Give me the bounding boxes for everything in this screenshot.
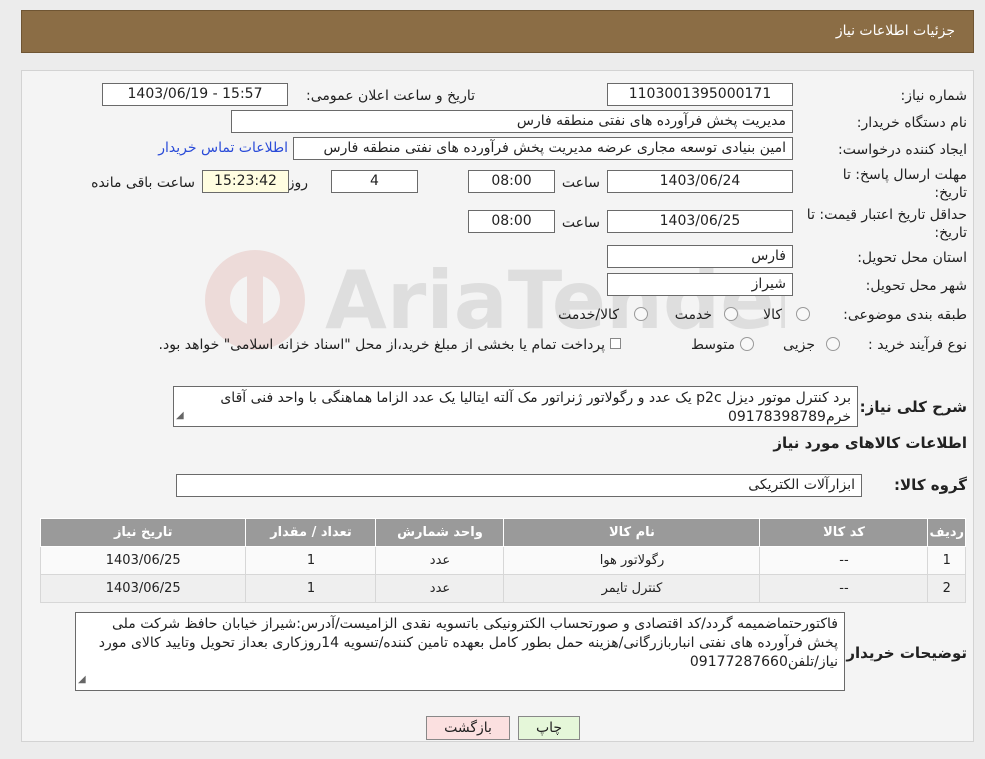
city-label: شهر محل تحویل: xyxy=(865,278,967,294)
summary-label: شرح کلی نیاز: xyxy=(859,398,967,416)
buyer-notes-textarea[interactable]: فاکتورحتماضمیمه گردد/کد اقتصادی و صورتحس… xyxy=(75,612,845,691)
deadline-time-label: ساعت xyxy=(561,175,600,191)
cell-item-code: -- xyxy=(759,574,929,603)
items-table: ردیف کد کالا نام کالا واحد شمارش تعداد /… xyxy=(39,518,966,603)
validity-date-field: 1403/06/25 xyxy=(607,210,793,233)
category-label: طبقه بندی موضوعی: xyxy=(843,307,967,323)
col-row-number: ردیف xyxy=(927,518,966,547)
buyer-org-field: مدیریت پخش فرآورده های نفتی منطقه فارس xyxy=(231,110,793,133)
category-service-radio[interactable] xyxy=(724,307,738,321)
table-header-row: ردیف کد کالا نام کالا واحد شمارش تعداد /… xyxy=(39,518,966,547)
process-minor-label: جزیی xyxy=(783,337,815,353)
need-number-label: شماره نیاز: xyxy=(900,88,968,104)
deadline-time-field: 08:00 xyxy=(468,170,555,193)
requester-field: امین بنیادی توسعه مجاری عرضه مدیریت پخش … xyxy=(293,137,793,160)
page-header: جزئیات اطلاعات نیاز xyxy=(21,10,974,53)
category-goods-radio[interactable] xyxy=(796,307,810,321)
process-note: پرداخت تمام یا بخشی از مبلغ خرید،از محل … xyxy=(158,337,605,353)
category-goods-label: کالا xyxy=(763,307,782,323)
print-button[interactable]: چاپ xyxy=(518,716,580,740)
col-item-code: کد کالا xyxy=(759,518,929,547)
goods-group-field: ابزارآلات الکتریکی xyxy=(176,474,862,497)
category-goods-service-radio[interactable] xyxy=(634,307,648,321)
city-field: شیراز xyxy=(607,273,793,296)
cell-unit: عدد xyxy=(375,546,505,575)
validity-time-field: 08:00 xyxy=(468,210,555,233)
remaining-label: ساعت باقی مانده xyxy=(91,175,195,191)
cell-item-name: رگولاتور هوا xyxy=(503,546,761,575)
process-label: نوع فرآیند خرید : xyxy=(868,337,967,353)
remaining-time-field: 15:23:42 xyxy=(202,170,289,193)
goods-section-title: اطلاعات کالاهای مورد نیاز xyxy=(773,434,967,452)
deadline-date-field: 1403/06/24 xyxy=(607,170,793,193)
process-minor-radio[interactable] xyxy=(826,337,840,351)
deadline-label-line1: مهلت ارسال پاسخ: تا xyxy=(842,167,967,183)
col-unit: واحد شمارش xyxy=(375,518,505,547)
treasury-checkbox[interactable] xyxy=(610,338,621,349)
cell-need-date: 1403/06/25 xyxy=(39,574,247,603)
requester-label: ایجاد کننده درخواست: xyxy=(838,142,967,158)
buyer-notes-label: توضیحات خریدار: xyxy=(840,644,967,662)
announce-field: 1403/06/19 - 15:57 xyxy=(102,83,288,106)
days-field: 4 xyxy=(331,170,418,193)
buyer-org-label: نام دستگاه خریدار: xyxy=(856,115,967,131)
resize-grip-icon[interactable]: ◢ xyxy=(176,406,184,425)
back-button[interactable]: بازگشت xyxy=(426,716,510,740)
need-number-field: 1103001395000171 xyxy=(607,83,793,106)
cell-need-date: 1403/06/25 xyxy=(39,546,247,575)
province-field: فارس xyxy=(607,245,793,268)
summary-text: برد کنترل موتور دیزل p2c یک عدد و رگولات… xyxy=(220,390,851,425)
col-need-date: تاریخ نیاز xyxy=(39,518,247,547)
summary-textarea[interactable]: برد کنترل موتور دیزل p2c یک عدد و رگولات… xyxy=(173,386,858,427)
province-label: استان محل تحویل: xyxy=(857,250,967,266)
cell-row-number: 2 xyxy=(927,574,966,603)
col-item-name: نام کالا xyxy=(503,518,761,547)
cell-quantity: 1 xyxy=(245,574,377,603)
page-title: جزئیات اطلاعات نیاز xyxy=(835,23,955,39)
contact-buyer-link[interactable]: اطلاعات تماس خریدار xyxy=(158,140,288,156)
cell-item-name: کنترل تایمر xyxy=(503,574,761,603)
table-row: 1 -- رگولاتور هوا عدد 1 1403/06/25 xyxy=(39,546,966,575)
table-row: 2 -- کنترل تایمر عدد 1 1403/06/25 xyxy=(39,574,966,603)
col-quantity: تعداد / مقدار xyxy=(245,518,377,547)
cell-row-number: 1 xyxy=(927,546,966,575)
resize-grip-icon[interactable]: ◢ xyxy=(78,670,86,689)
process-medium-radio[interactable] xyxy=(740,337,754,351)
cell-unit: عدد xyxy=(375,574,505,603)
validity-label-line1: حداقل تاریخ اعتبار قیمت: تا xyxy=(806,207,967,223)
announce-label: تاریخ و ساعت اعلان عمومی: xyxy=(306,88,475,104)
cell-item-code: -- xyxy=(759,546,929,575)
category-service-label: خدمت xyxy=(674,307,712,323)
deadline-label-line2: تاریخ: xyxy=(934,185,967,201)
buyer-notes-text: فاکتورحتماضمیمه گردد/کد اقتصادی و صورتحس… xyxy=(98,616,838,670)
cell-quantity: 1 xyxy=(245,546,377,575)
validity-label-line2: تاریخ: xyxy=(934,225,967,241)
category-goods-service-label: کالا/خدمت xyxy=(558,307,619,323)
validity-time-label: ساعت xyxy=(561,215,600,231)
goods-group-label: گروه کالا: xyxy=(894,476,967,494)
process-medium-label: متوسط xyxy=(691,337,735,353)
